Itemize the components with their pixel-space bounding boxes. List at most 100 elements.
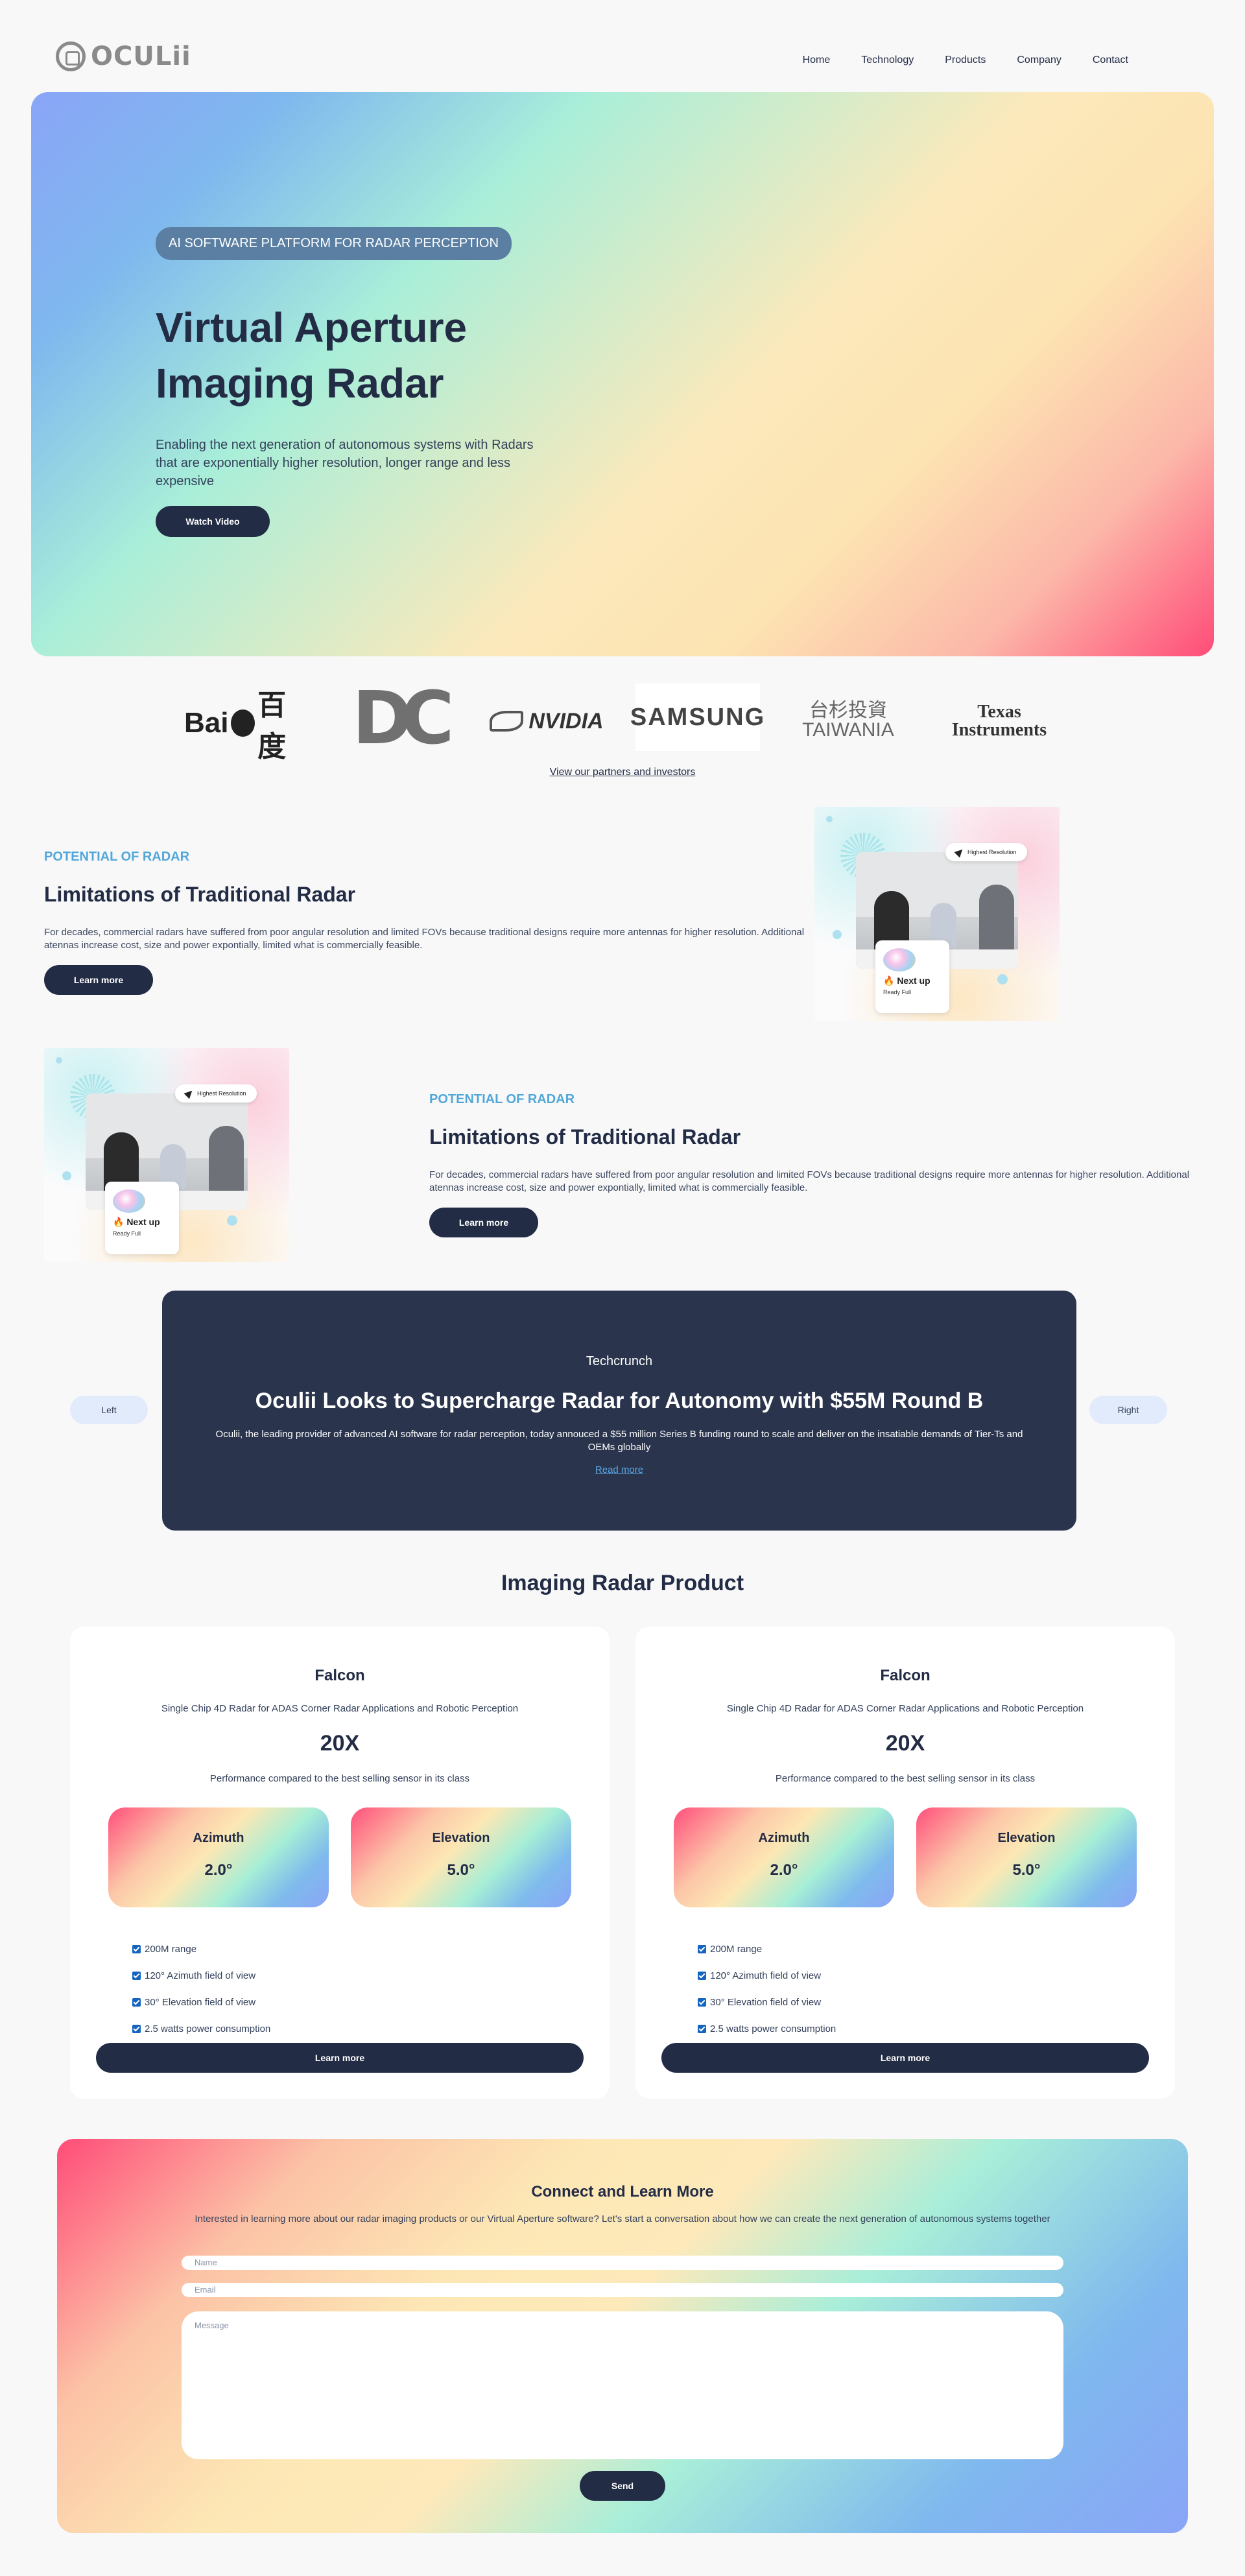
hero-description: Enabling the next generation of autonomo… xyxy=(156,438,534,488)
eyebrow: POTENTIAL OF RADAR xyxy=(44,850,190,864)
card-subtitle: Ready Full xyxy=(113,1230,141,1237)
email-field[interactable]: Email xyxy=(182,2283,1063,2297)
hero-title-line1: Virtual Aperture xyxy=(156,304,468,351)
learn-more-button[interactable]: Learn more xyxy=(429,1208,538,1237)
tag-label: Highest Resolution xyxy=(197,1090,246,1097)
taiwania-logo-en: TAIWANIA xyxy=(802,719,894,741)
nvidia-eye-icon xyxy=(490,711,524,732)
section-title: Limitations of Traditional Radar xyxy=(44,883,356,906)
decor-dot xyxy=(997,974,1008,984)
nvidia-logo: NVIDIA xyxy=(485,702,608,741)
spec-label: Elevation xyxy=(432,1831,490,1845)
feature-label: 120° Azimuth field of view xyxy=(145,1970,256,1981)
oculii-logo[interactable]: OCULii xyxy=(56,42,191,71)
news-card: Techcrunch Oculii Looks to Supercharge R… xyxy=(162,1291,1076,1531)
card-title: 🔥 Next up xyxy=(883,975,931,986)
product-learn-more-button[interactable]: Learn more xyxy=(661,2043,1149,2073)
potential-section-2: Highest Resolution 🔥 Next up Ready Full … xyxy=(0,1048,1245,1269)
checkbox-icon[interactable] xyxy=(698,1998,706,2007)
partners-strip: Bai 百度 DC NVIDIA SAMSUNG 台杉投資 TAIWANIA T… xyxy=(0,676,1245,778)
texas-instruments-logo: Texas Instruments xyxy=(938,695,1061,747)
product-subtitle: Single Chip 4D Radar for ADAS Corner Rad… xyxy=(161,1703,519,1714)
baidu-logo-left: Bai xyxy=(184,707,229,739)
navigation-arrow-icon xyxy=(954,846,966,858)
products-title: Imaging Radar Product xyxy=(501,1571,744,1595)
feature-item: 120° Azimuth field of view xyxy=(698,1962,1175,1989)
feature-item: 30° Elevation field of view xyxy=(698,1989,1175,2016)
decor-dot xyxy=(56,1057,62,1064)
azimuth-spec: Azimuth 2.0° xyxy=(674,1807,894,1907)
checkbox-icon[interactable] xyxy=(698,1972,706,1980)
hero-title-line2: Imaging Radar xyxy=(156,360,444,407)
spec-value: 5.0° xyxy=(1012,1861,1041,1879)
partners-link[interactable]: View our partners and investors xyxy=(0,767,1245,778)
card-title: 🔥 Next up xyxy=(113,1217,160,1227)
baidu-logo: Bai 百度 xyxy=(184,689,307,763)
checkbox-icon[interactable] xyxy=(698,1945,706,1953)
spec-label: Azimuth xyxy=(193,1831,244,1845)
news-source: Techcrunch xyxy=(586,1354,653,1368)
checkbox-icon[interactable] xyxy=(132,1972,141,1980)
message-field[interactable]: Message xyxy=(182,2311,1063,2459)
product-subtitle: Single Chip 4D Radar for ADAS Corner Rad… xyxy=(726,1703,1084,1714)
highest-resolution-tag: Highest Resolution xyxy=(175,1084,257,1103)
meeting-illustration: Highest Resolution 🔥 Next up Ready Full xyxy=(814,807,1060,1021)
nav-technology[interactable]: Technology xyxy=(861,54,914,66)
feature-label: 2.5 watts power consumption xyxy=(710,2023,836,2034)
product-performance: Performance compared to the best selling… xyxy=(775,1773,1036,1784)
checkbox-icon[interactable] xyxy=(132,1945,141,1953)
carousel-right-button[interactable]: Right xyxy=(1089,1396,1167,1424)
eyebrow: POTENTIAL OF RADAR xyxy=(429,1092,575,1106)
news-title: Oculii Looks to Supercharge Radar for Au… xyxy=(255,1389,984,1413)
nav-company[interactable]: Company xyxy=(1017,54,1061,66)
section-description: For decades, commercial radars have suff… xyxy=(429,1169,1190,1193)
name-field[interactable]: Name xyxy=(182,2256,1063,2270)
hero-title: Virtual Aperture Imaging Radar xyxy=(156,300,610,411)
contact-description: Interested in learning more about our ra… xyxy=(195,2213,1050,2224)
decor-dot xyxy=(833,930,842,939)
contact-section: Connect and Learn More Interested in lea… xyxy=(57,2139,1188,2533)
watch-video-button[interactable]: Watch Video xyxy=(156,506,270,537)
feature-item: 30° Elevation field of view xyxy=(132,1989,610,2016)
main-nav: Home Technology Products Company Contact xyxy=(803,54,1128,66)
azimuth-spec: Azimuth 2.0° xyxy=(108,1807,329,1907)
news-description: Oculii, the leading provider of advanced… xyxy=(215,1429,1023,1453)
next-up-card: 🔥 Next up Ready Full xyxy=(105,1182,179,1254)
feature-label: 120° Azimuth field of view xyxy=(710,1970,822,1981)
highest-resolution-tag: Highest Resolution xyxy=(945,843,1027,861)
product-card: Falcon Single Chip 4D Radar for ADAS Cor… xyxy=(70,1627,610,2099)
spec-label: Elevation xyxy=(997,1831,1056,1845)
feature-item: 200M range xyxy=(698,1936,1175,1962)
nav-contact[interactable]: Contact xyxy=(1093,54,1128,66)
potential-section-1: POTENTIAL OF RADAR Limitations of Tradit… xyxy=(0,807,1245,1027)
checkbox-icon[interactable] xyxy=(698,2025,706,2033)
samsung-logo: SAMSUNG xyxy=(630,684,764,751)
checkbox-icon[interactable] xyxy=(132,2025,141,2033)
read-more-link[interactable]: Read more xyxy=(595,1464,643,1475)
nav-products[interactable]: Products xyxy=(945,54,986,66)
elevation-spec: Elevation 5.0° xyxy=(916,1807,1137,1907)
checkbox-icon[interactable] xyxy=(132,1998,141,2007)
next-up-card: 🔥 Next up Ready Full xyxy=(875,940,949,1013)
logo-mark-icon xyxy=(56,42,86,71)
feature-item: 120° Azimuth field of view xyxy=(132,1962,610,1989)
carousel-left-button[interactable]: Left xyxy=(70,1396,148,1424)
paw-icon xyxy=(231,710,255,737)
nav-home[interactable]: Home xyxy=(803,54,831,66)
product-learn-more-button[interactable]: Learn more xyxy=(96,2043,584,2073)
learn-more-button[interactable]: Learn more xyxy=(44,965,153,995)
nvidia-logo-text: NVIDIA xyxy=(528,708,604,733)
product-multiplier: 20X xyxy=(885,1731,925,1756)
product-name: Falcon xyxy=(314,1667,365,1684)
potential-text-2: POTENTIAL OF RADAR Limitations of Tradit… xyxy=(429,1092,1207,1237)
decor-dot xyxy=(826,816,833,822)
spec-value: 2.0° xyxy=(770,1861,798,1879)
ti-logo-line2: Instruments xyxy=(951,720,1047,740)
feature-label: 200M range xyxy=(145,1944,197,1955)
send-button[interactable]: Send xyxy=(580,2471,665,2501)
feature-item: 2.5 watts power consumption xyxy=(132,2016,610,2042)
section-title: Limitations of Traditional Radar xyxy=(429,1125,741,1149)
product-multiplier: 20X xyxy=(320,1731,360,1756)
decor-dot xyxy=(62,1171,71,1180)
dc-logo: DC xyxy=(352,676,454,761)
